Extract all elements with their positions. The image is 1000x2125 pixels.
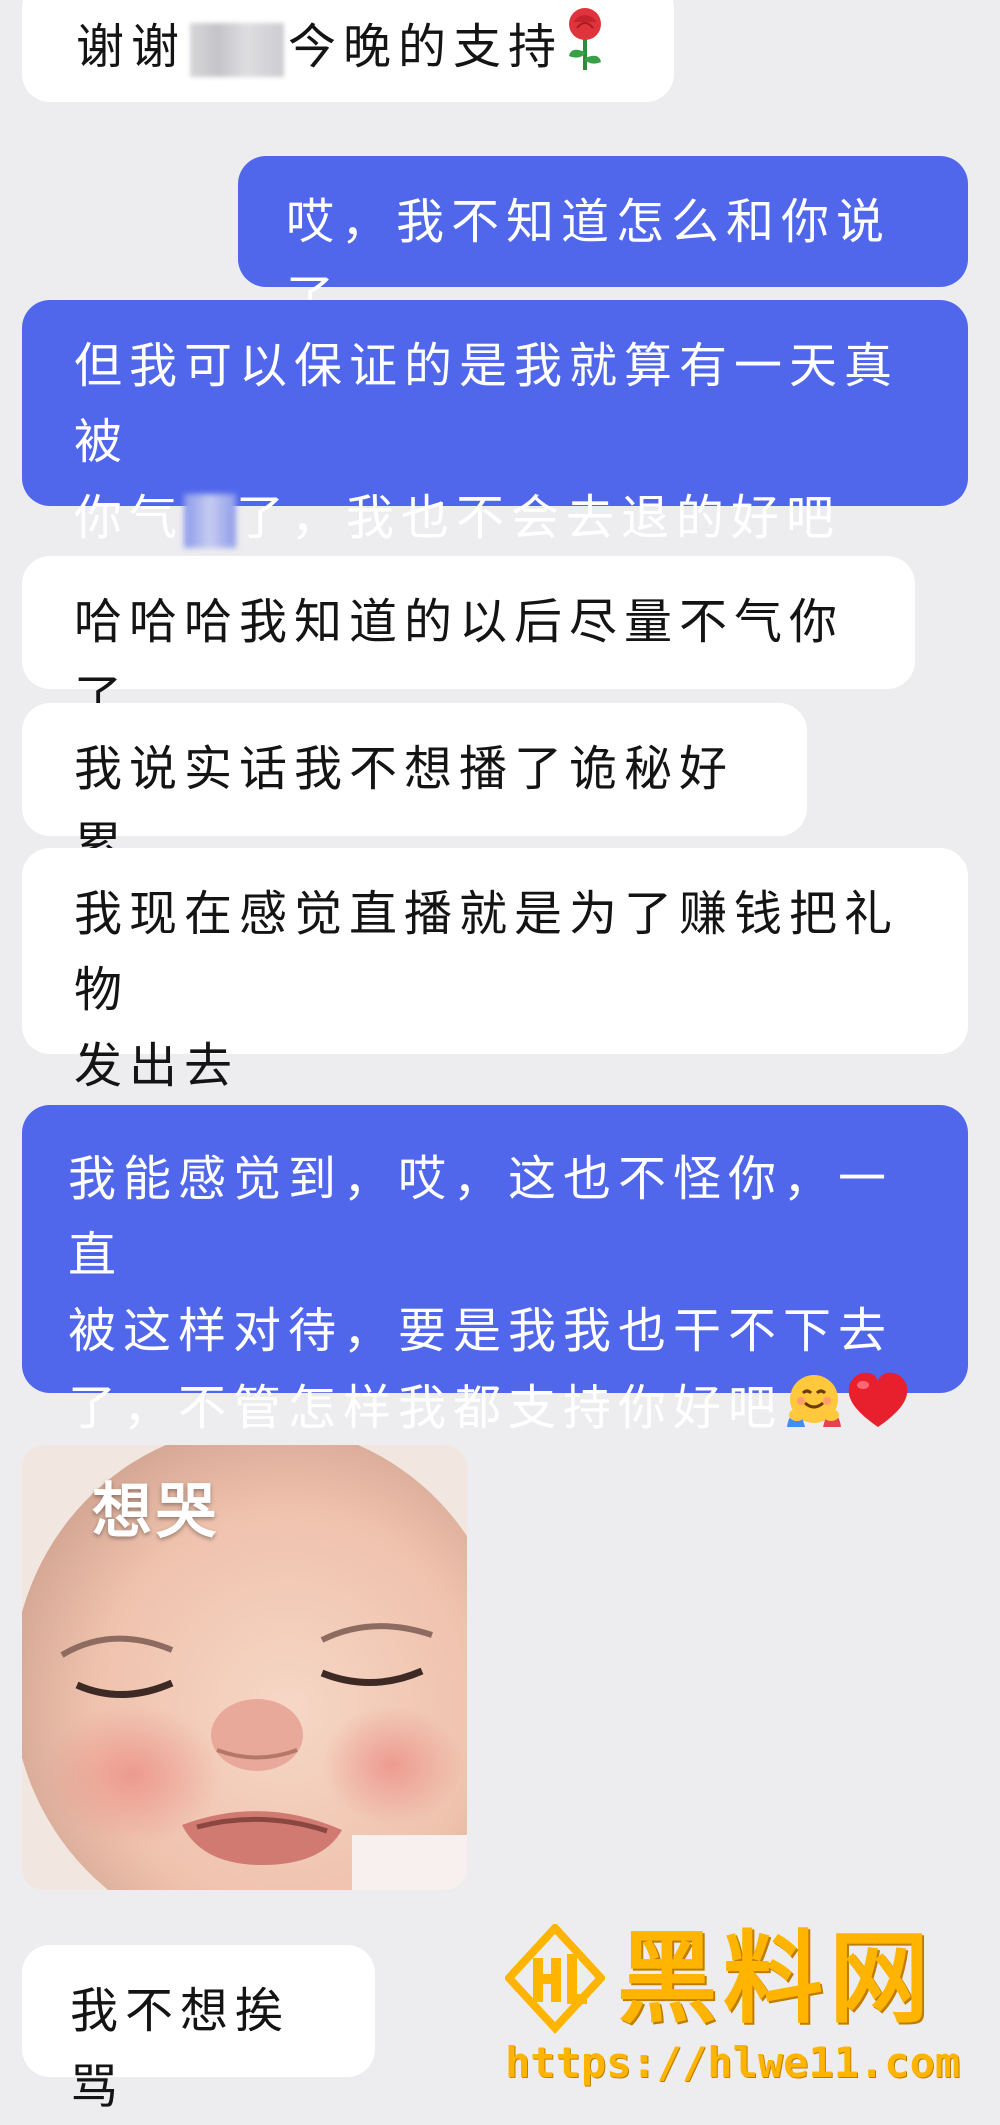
message-line: 我能感觉到，哎，这也不怪你，一直	[68, 1151, 894, 1283]
message-text: 了，我也不会去退的好吧	[236, 490, 842, 546]
watermark-url: https://hlwe11.com	[505, 2038, 961, 2087]
crying-baby-sticker[interactable]: 想哭	[22, 1445, 467, 1890]
message-line: 但我可以保证的是我就算有一天真被	[74, 338, 900, 470]
message-line: 了，不管怎样我都支持你好吧	[68, 1369, 928, 1453]
message-text: 谢谢	[76, 19, 187, 75]
message-text: 了，不管怎样我都支持你好吧	[68, 1380, 784, 1436]
message-bubble-incoming[interactable]: 我不想挨骂	[22, 1945, 375, 2115]
message-bubble-outgoing[interactable]: 我能感觉到，哎，这也不怪你，一直 被这样对待，要是我我也干不下去 了，不管怎样我…	[22, 1105, 968, 1436]
message-bubble-incoming[interactable]: 我现在感觉直播就是为了赚钱把礼物 发出去	[22, 848, 968, 1094]
message-line: 被这样对待，要是我我也干不下去	[68, 1303, 894, 1359]
blurred-word	[184, 494, 237, 548]
rose-icon	[563, 6, 607, 94]
message-text: 今晚的支持	[288, 19, 564, 75]
hugging-face-icon	[783, 1369, 845, 1453]
message-bubble-incoming[interactable]: 我说实话我不想播了诡秘好累	[22, 703, 807, 873]
message-text: 我不想挨骂	[70, 1983, 291, 2115]
message-bubble-incoming[interactable]: 哈哈哈我知道的以后尽量不气你了	[22, 556, 915, 726]
message-bubble-incoming[interactable]: 谢谢 今晚的支持	[22, 0, 674, 102]
message-bubble-outgoing[interactable]: 哎，我不知道怎么和你说了	[238, 156, 968, 326]
message-bubble-outgoing[interactable]: 但我可以保证的是我就算有一天真被 你气 了，我也不会去退的好吧	[22, 300, 968, 548]
hl-logo-icon	[505, 1924, 605, 2034]
watermark-brand: 黑料网	[617, 1920, 935, 2037]
message-line: 发出去	[74, 1038, 240, 1094]
blurred-username	[190, 23, 285, 77]
red-heart-icon	[845, 1369, 911, 1453]
sticker-caption: 想哭	[92, 1477, 220, 1547]
message-line: 你气 了，我也不会去退的好吧	[74, 480, 928, 556]
message-text: 你气	[74, 490, 185, 546]
site-watermark: 黑料网 https://hlwe11.com	[505, 1920, 985, 2090]
message-line: 我现在感觉直播就是为了赚钱把礼物	[74, 886, 900, 1018]
crying-baby-illustration	[22, 1445, 467, 1890]
